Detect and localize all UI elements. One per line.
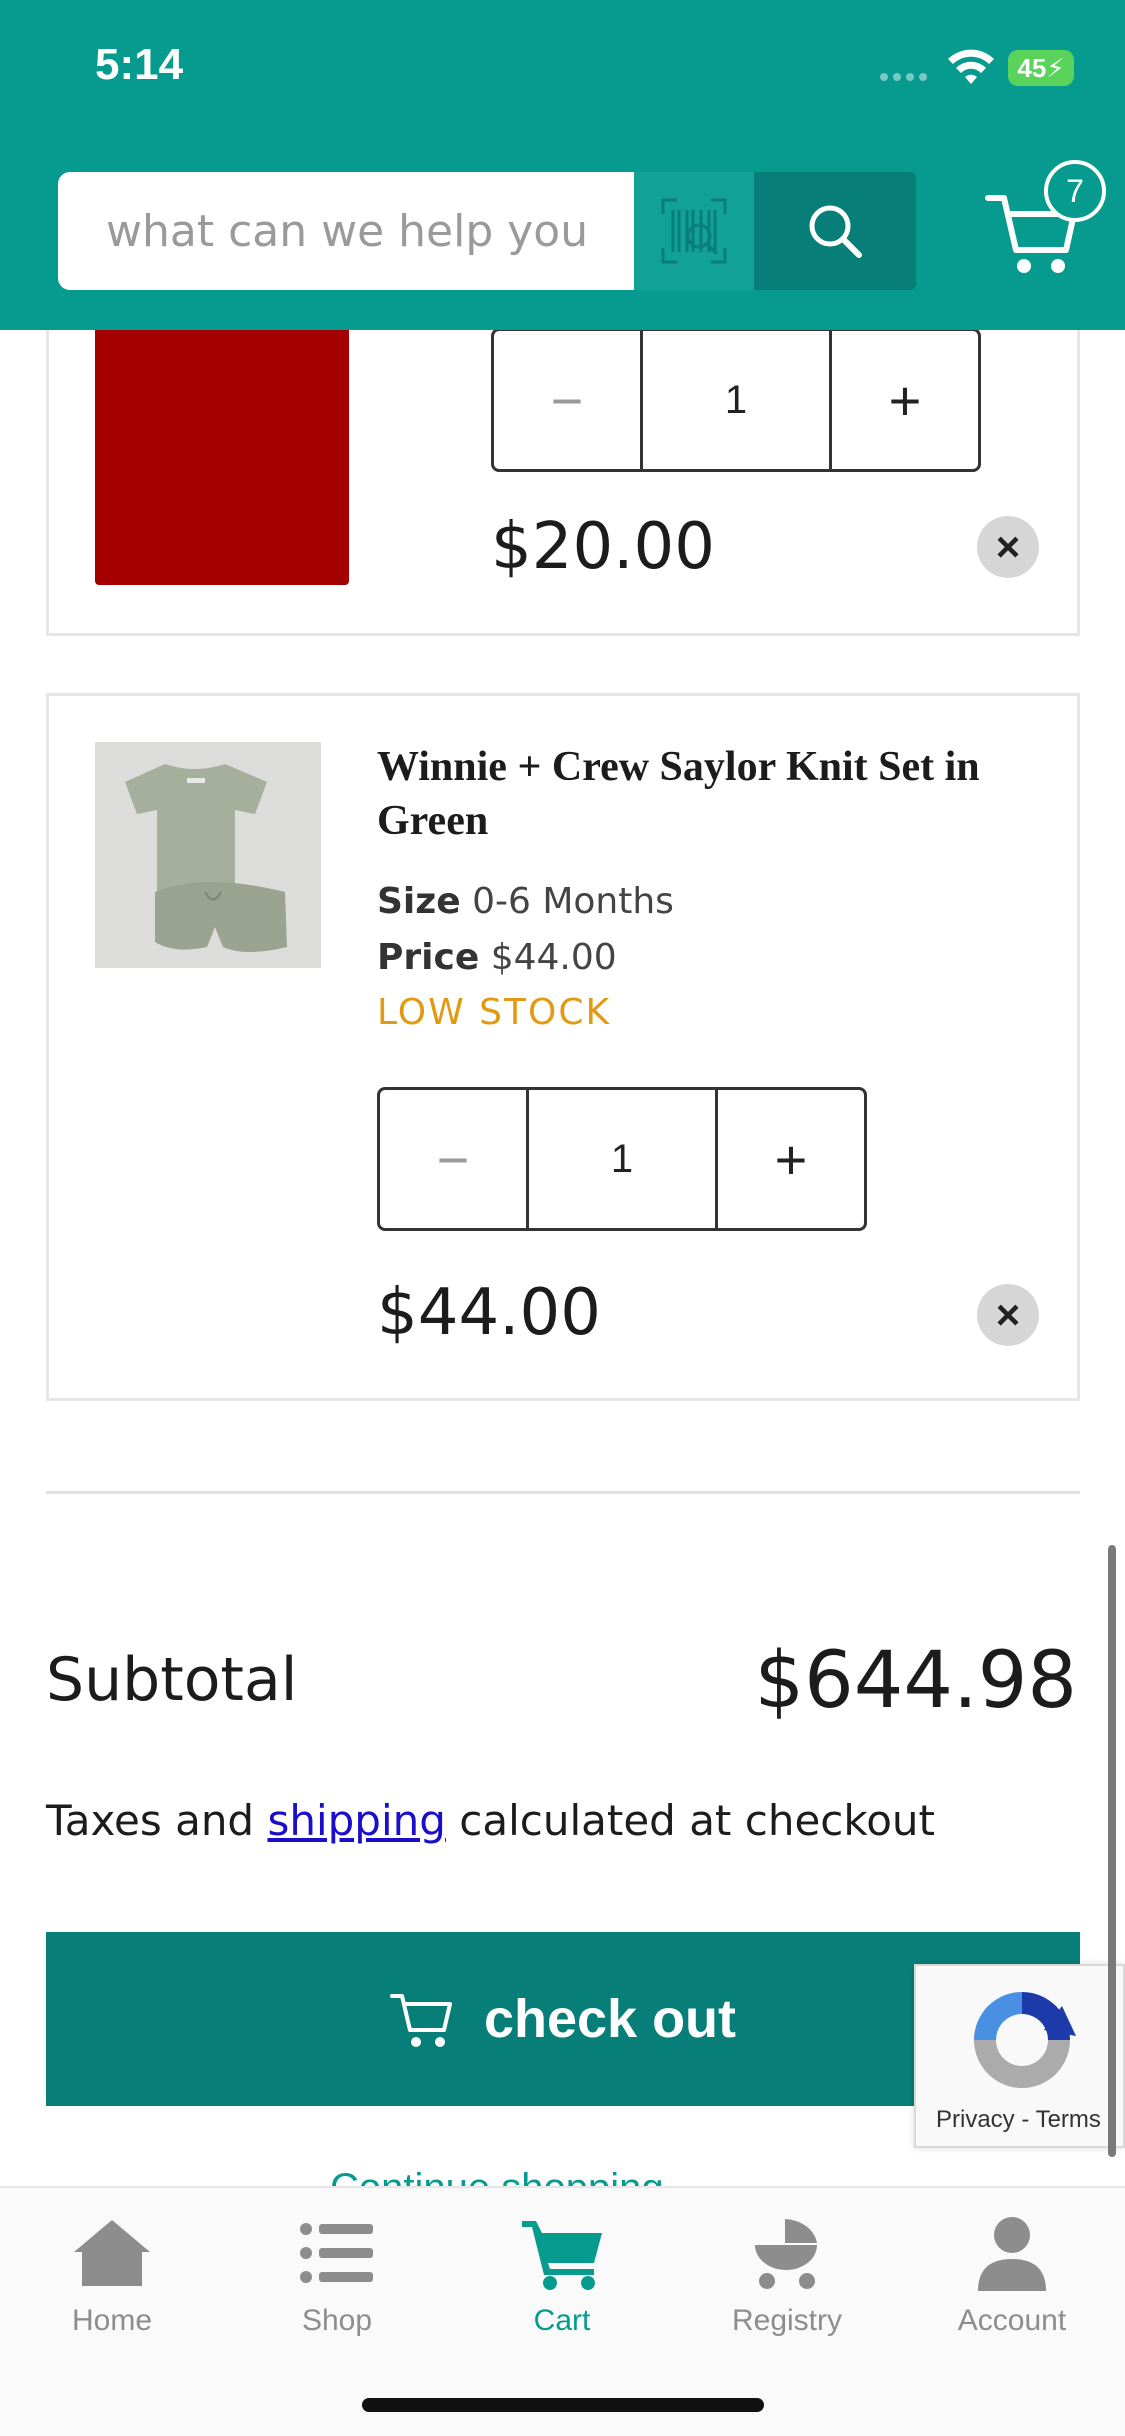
- decrease-quantity-button[interactable]: −: [494, 331, 640, 469]
- wifi-icon: [948, 49, 994, 84]
- price-row: Price $44.00: [377, 937, 617, 978]
- continue-shopping-link[interactable]: Continue shopping: [330, 2166, 664, 2186]
- tab-label: Account: [957, 2304, 1067, 2337]
- tab-shop[interactable]: Shop: [247, 2208, 427, 2338]
- tab-label: Registry: [731, 2304, 843, 2337]
- shipping-link[interactable]: shipping: [267, 1796, 445, 1845]
- home-icon: [74, 2220, 150, 2286]
- size-value: 0-6 Months: [472, 881, 674, 922]
- battery-indicator: 45 ⚡: [1008, 50, 1074, 86]
- increase-quantity-button[interactable]: +: [832, 331, 978, 469]
- signal-icon: [880, 68, 936, 81]
- tab-home[interactable]: Home: [22, 2208, 202, 2338]
- tax-note: Taxes and shipping calculated at checkou…: [46, 1796, 935, 1845]
- barcode-scan-button[interactable]: [634, 172, 754, 290]
- recaptcha-badge[interactable]: Privacy - Terms: [914, 1964, 1125, 2148]
- product-image[interactable]: [95, 742, 321, 968]
- size-label: Size: [377, 881, 461, 922]
- subtotal-label: Subtotal: [46, 1645, 298, 1715]
- recaptcha-icon: [974, 1992, 1076, 2088]
- tab-label: Cart: [533, 2304, 591, 2337]
- close-icon: ×: [995, 523, 1021, 570]
- tax-prefix: Taxes and: [46, 1796, 268, 1845]
- tab-registry[interactable]: Registry: [697, 2208, 877, 2338]
- search-icon: [809, 205, 862, 258]
- battery-level: 45: [1017, 52, 1047, 83]
- stroller-icon: [755, 2219, 817, 2289]
- quantity-stepper: − 1 +: [377, 1087, 867, 1231]
- barcode-icon: [661, 198, 727, 264]
- product-name[interactable]: Winnie + Crew Saylor Knit Set in Green: [377, 740, 1037, 848]
- cart-icon: [522, 2221, 602, 2290]
- line-price: $44.00: [377, 1276, 601, 1350]
- home-indicator: [362, 2398, 764, 2412]
- quantity-stepper: − 1 +: [491, 328, 981, 472]
- stock-status-badge: LOW STOCK: [377, 992, 612, 1033]
- cart-count-badge: 7: [1044, 160, 1106, 222]
- decrease-quantity-button[interactable]: −: [380, 1090, 526, 1228]
- remove-item-button[interactable]: ×: [977, 516, 1039, 578]
- list-icon: [300, 2223, 373, 2283]
- tax-suffix: calculated at checkout: [445, 1796, 935, 1845]
- app-header: 5:14 45⚡ 7: [0, 0, 1125, 330]
- price-value: $44.00: [490, 937, 617, 978]
- size-row: Size 0-6 Months: [377, 881, 674, 922]
- tab-label: Home: [71, 2304, 153, 2337]
- status-time: 5:14: [95, 40, 184, 89]
- person-icon: [978, 2217, 1046, 2291]
- cart-item-card: − 1 + $20.00 ×: [46, 280, 1080, 636]
- tab-cart[interactable]: Cart: [472, 2208, 652, 2338]
- knit-set-image: [95, 742, 321, 968]
- price-label: Price: [377, 937, 480, 978]
- line-price: $20.00: [491, 510, 715, 584]
- checkout-label: check out: [483, 1989, 737, 2049]
- search-box[interactable]: [58, 172, 634, 290]
- close-icon: ×: [995, 1291, 1021, 1338]
- quantity-value[interactable]: 1: [526, 1090, 718, 1228]
- cart-item-card: Winnie + Crew Saylor Knit Set in Green S…: [46, 693, 1080, 1401]
- cart-icon: [389, 1994, 452, 2047]
- quantity-value[interactable]: 1: [640, 331, 832, 469]
- tab-label: Shop: [301, 2304, 373, 2337]
- scrollbar[interactable]: [1108, 1545, 1116, 2157]
- divider: [46, 1491, 1080, 1494]
- subtotal-value: $644.98: [754, 1636, 1077, 1726]
- increase-quantity-button[interactable]: +: [718, 1090, 864, 1228]
- recaptcha-links[interactable]: Privacy - Terms: [936, 2106, 1101, 2134]
- tab-account[interactable]: Account: [922, 2208, 1102, 2338]
- search-input[interactable]: [106, 172, 626, 290]
- remove-item-button[interactable]: ×: [977, 1284, 1039, 1346]
- search-button[interactable]: [754, 172, 916, 290]
